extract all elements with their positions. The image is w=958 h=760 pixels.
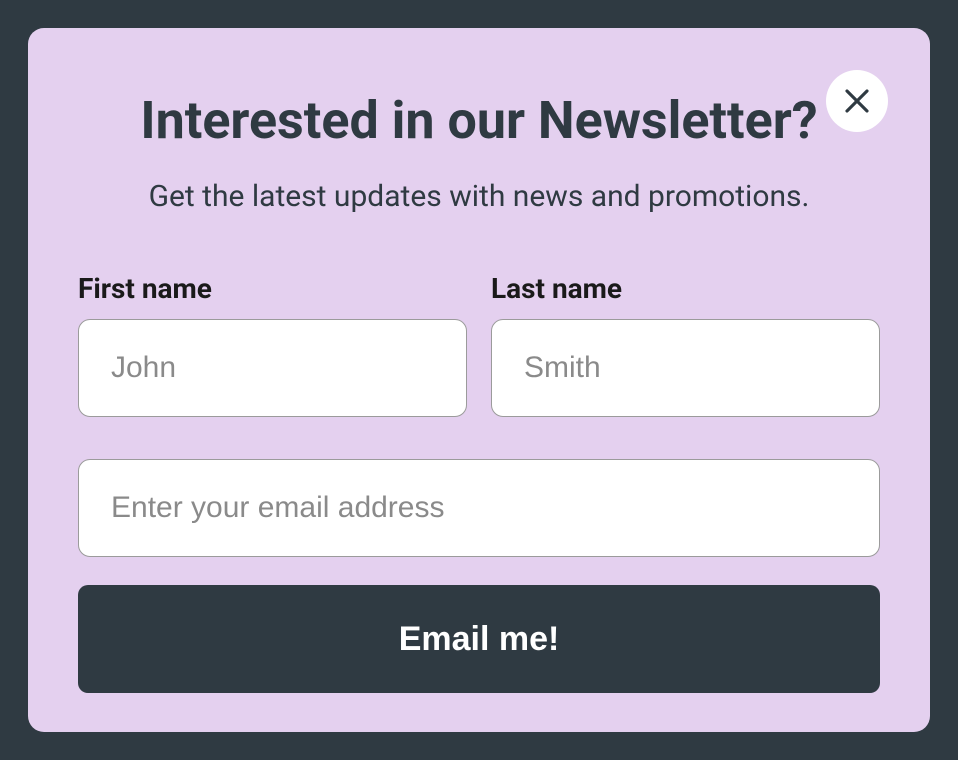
submit-button[interactable]: Email me! <box>78 585 880 693</box>
newsletter-modal: Interested in our Newsletter? Get the la… <box>28 28 930 732</box>
email-input[interactable] <box>78 459 880 557</box>
last-name-field: Last name <box>491 272 880 417</box>
name-fields-row: First name Last name <box>78 272 880 417</box>
first-name-field: First name <box>78 272 467 417</box>
close-button[interactable] <box>826 70 888 132</box>
modal-subheading: Get the latest updates with news and pro… <box>78 179 880 214</box>
close-icon <box>842 86 872 116</box>
first-name-label: First name <box>78 272 467 305</box>
first-name-input[interactable] <box>78 319 467 417</box>
modal-heading: Interested in our Newsletter? <box>78 90 880 151</box>
last-name-label: Last name <box>491 272 880 305</box>
last-name-input[interactable] <box>491 319 880 417</box>
email-field <box>78 459 880 557</box>
